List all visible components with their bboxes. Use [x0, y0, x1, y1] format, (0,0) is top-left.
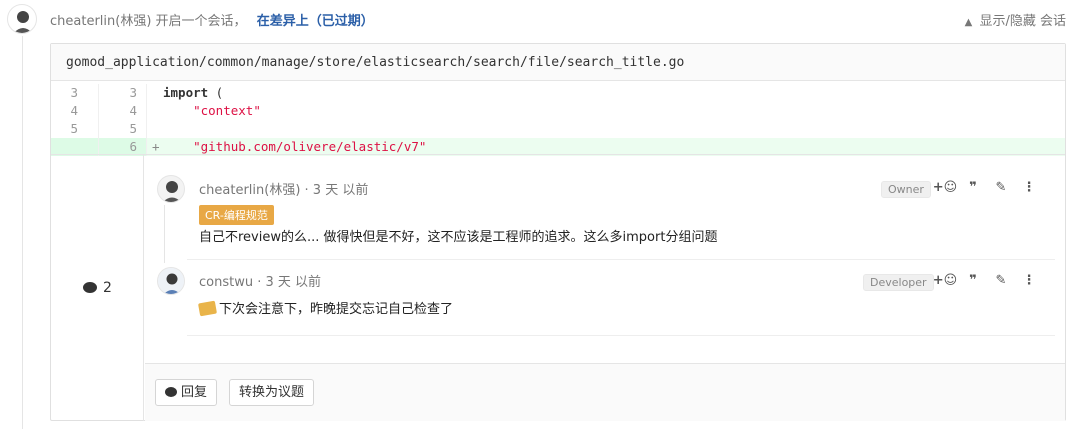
- diff-lines: 3 3 import ( 4 4 "context" 5 5 6 + "gith…: [51, 81, 1065, 156]
- note: cheaterlin(林强) · 3 天 以前 Owner +☺ ❞ ✎ ⋮ CR-编…: [145, 155, 1065, 259]
- more-actions-icon[interactable]: ⋮: [1015, 180, 1043, 195]
- comment-count[interactable]: 2: [83, 280, 112, 296]
- role-badge: Owner: [881, 181, 931, 198]
- add-reaction-icon[interactable]: +☺: [931, 273, 959, 288]
- note-divider: [187, 259, 1055, 260]
- toggle-discussion-button[interactable]: ▲ 显示/隐藏 会话: [965, 10, 1066, 29]
- discussion-thread: 2 cheaterlin(林强) · 3 天 以前 Owner +☺ ❞ ✎ ⋮ CR…: [51, 154, 1065, 421]
- note-time[interactable]: · 3 天 以前: [300, 183, 369, 198]
- add-reaction-icon[interactable]: +☺: [931, 180, 959, 195]
- note-header: constwu · 3 天 以前: [199, 271, 321, 290]
- comment-icon: [83, 282, 97, 293]
- edit-icon[interactable]: ✎: [987, 273, 1015, 288]
- avatar[interactable]: [157, 175, 185, 203]
- comment-count-value: 2: [103, 280, 112, 296]
- note-actions: +☺ ❞ ✎ ⋮: [931, 180, 1043, 195]
- avatar[interactable]: [157, 267, 185, 295]
- reply-button[interactable]: 回复: [155, 379, 218, 406]
- action-text: 开启一个会话，: [155, 14, 247, 29]
- more-actions-icon[interactable]: ⋮: [1015, 273, 1043, 288]
- new-line-number[interactable]: 5: [99, 120, 147, 138]
- chevron-up-icon: ▲: [964, 17, 973, 28]
- note-divider: [187, 335, 1055, 336]
- new-line-number[interactable]: 3: [99, 84, 147, 102]
- label-chip[interactable]: CR-编程规范: [199, 205, 274, 225]
- code-string: "github.com/olivere/elastic/v7": [193, 139, 427, 154]
- code-string: "context": [193, 103, 261, 118]
- discussion-header: cheaterlin(林强) 开启一个会话， 在差异上（已过期） ▲ 显示/隐藏…: [0, 0, 1080, 36]
- convert-to-issue-button[interactable]: 转换为议题: [229, 379, 315, 406]
- writing-hand-emoji-icon: [198, 300, 217, 317]
- note-body: 自己不review的么... 做得快但是不好，这不应该是工程师的追求。这么多im…: [199, 230, 718, 245]
- reply-bar: 回复 转换为议题: [145, 363, 1065, 421]
- note-author[interactable]: cheaterlin(林强): [199, 183, 300, 198]
- code-keyword: import: [163, 85, 209, 100]
- note-body: 下次会注意下，昨晚提交忘记自己检查了: [198, 298, 454, 317]
- edit-icon[interactable]: ✎: [987, 180, 1015, 195]
- outdated-diff-link[interactable]: 在差异上（已过期）: [257, 14, 374, 29]
- avatar[interactable]: [7, 4, 37, 34]
- reply-quote-icon[interactable]: ❞: [959, 180, 987, 195]
- file-path: gomod_application/common/manage/store/el…: [51, 44, 1065, 81]
- discussion-gutter: 2: [51, 155, 144, 421]
- toggle-label: 显示/隐藏 会话: [979, 14, 1066, 29]
- note: constwu · 3 天 以前 Developer +☺ ❞ ✎ ⋮ 下次会注意下，…: [145, 261, 1065, 337]
- code-line: import (: [163, 84, 223, 102]
- diff-line: 5 5: [51, 120, 1065, 138]
- timeline-line: [22, 36, 23, 429]
- note-header: cheaterlin(林强) · 3 天 以前: [199, 179, 368, 198]
- role-badge: Developer: [863, 274, 934, 291]
- code-line: "context": [163, 102, 261, 120]
- diff-line: 4 4 "context": [51, 102, 1065, 120]
- reply-button-label: 回复: [181, 385, 208, 400]
- new-line-number[interactable]: 4: [99, 102, 147, 120]
- comment-icon: [165, 387, 177, 397]
- old-line-number[interactable]: 4: [51, 102, 99, 120]
- diff-file-box: gomod_application/common/manage/store/el…: [50, 43, 1066, 421]
- author-name[interactable]: cheaterlin(林强): [50, 14, 151, 29]
- diff-line: 3 3 import (: [51, 84, 1065, 102]
- note-body-text: 下次会注意下，昨晚提交忘记自己检查了: [219, 302, 454, 317]
- old-line-number[interactable]: 5: [51, 120, 99, 138]
- note-time[interactable]: · 3 天 以前: [253, 275, 321, 290]
- code-text: (: [208, 85, 224, 100]
- reply-quote-icon[interactable]: ❞: [959, 273, 987, 288]
- discussion-started-text: cheaterlin(林强) 开启一个会话， 在差异上（已过期）: [50, 10, 374, 29]
- note-author[interactable]: constwu: [199, 275, 253, 290]
- note-actions: +☺ ❞ ✎ ⋮: [931, 273, 1043, 288]
- old-line-number[interactable]: 3: [51, 84, 99, 102]
